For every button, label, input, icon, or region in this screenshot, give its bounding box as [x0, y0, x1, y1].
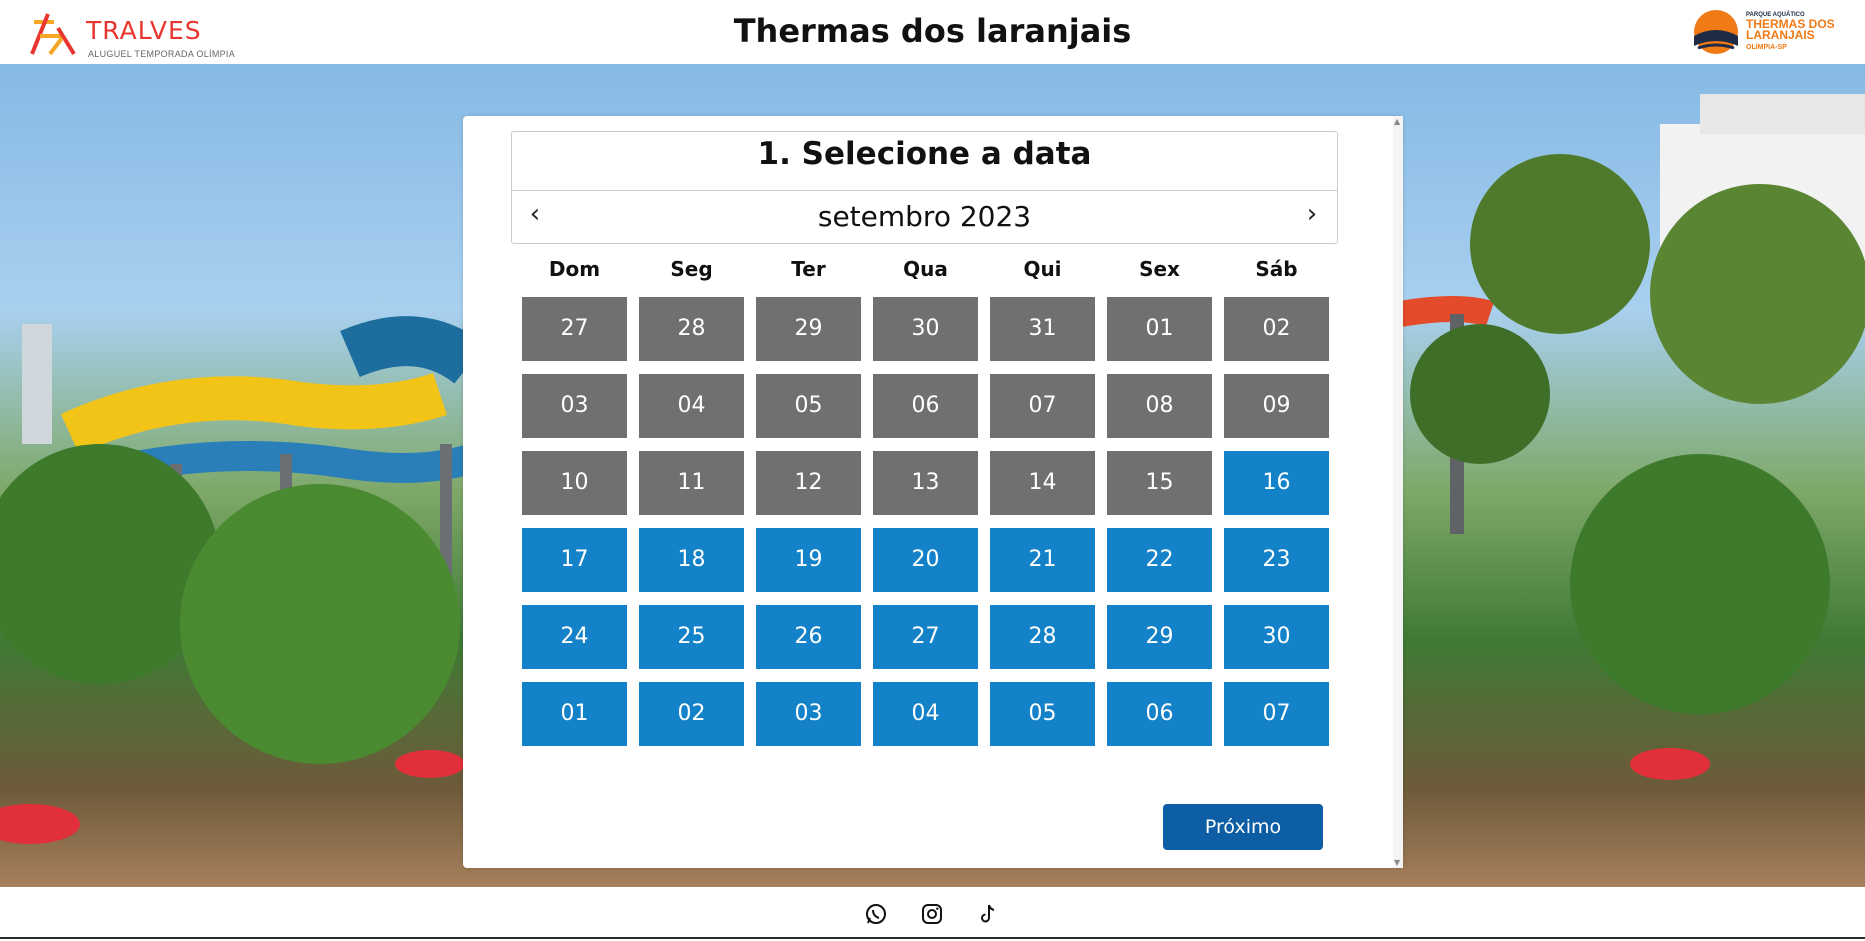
calendar-day-available[interactable]: 20	[873, 528, 978, 592]
partner-logo[interactable]: PARQUE AQUÁTICO THERMAS DOS LARANJAIS OL…	[1690, 6, 1835, 58]
chevron-right-icon: ›	[1306, 199, 1318, 229]
calendar-day-available[interactable]: 03	[756, 682, 861, 746]
calendar-day[interactable]: 13	[873, 451, 978, 515]
calendar-day-available[interactable]: 30	[1224, 605, 1329, 669]
calendar-day[interactable]: 29	[756, 297, 861, 361]
calendar-day-available[interactable]: 22	[1107, 528, 1212, 592]
footer-divider	[0, 937, 1865, 939]
calendar-day[interactable]: 05	[756, 374, 861, 438]
partner-name: THERMAS DOS LARANJAIS	[1746, 17, 1835, 42]
weekday-fri: Sex	[1139, 257, 1180, 281]
calendar-day-available[interactable]: 05	[990, 682, 1095, 746]
instagram-icon[interactable]	[920, 902, 944, 926]
calendar-day-available[interactable]: 16	[1224, 451, 1329, 515]
calendar-day-available[interactable]: 19	[756, 528, 861, 592]
calendar-day[interactable]: 14	[990, 451, 1095, 515]
card-scrollbar[interactable]: ▲ ▼	[1393, 116, 1403, 868]
calendar-day-available[interactable]: 24	[522, 605, 627, 669]
next-month-button[interactable]: ›	[1297, 199, 1327, 231]
calendar-day-available[interactable]: 25	[639, 605, 744, 669]
calendar-day[interactable]: 15	[1107, 451, 1212, 515]
calendar-day-available[interactable]: 06	[1107, 682, 1212, 746]
calendar-day[interactable]: 28	[639, 297, 744, 361]
next-button[interactable]: Próximo	[1163, 804, 1323, 850]
calendar-day[interactable]: 10	[522, 451, 627, 515]
calendar-day-available[interactable]: 29	[1107, 605, 1212, 669]
calendar-day-available[interactable]: 23	[1224, 528, 1329, 592]
calendar-day-available[interactable]: 07	[1224, 682, 1329, 746]
scroll-down-icon[interactable]: ▼	[1394, 858, 1400, 867]
calendar-day-available[interactable]: 18	[639, 528, 744, 592]
brand-tagline: ALUGUEL TEMPORADA OLÍMPIA	[88, 49, 236, 59]
calendar-day[interactable]: 06	[873, 374, 978, 438]
partner-city: OLÍMPIA-SP	[1746, 44, 1787, 51]
calendar-day[interactable]: 02	[1224, 297, 1329, 361]
sun-logo-icon	[1694, 10, 1738, 54]
weekday-header: Dom Seg Ter Qua Qui Sex Sáb	[522, 257, 1339, 287]
footer	[0, 887, 1865, 941]
calendar-day[interactable]: 04	[639, 374, 744, 438]
weekday-wed: Qua	[903, 257, 948, 281]
calendar-day[interactable]: 08	[1107, 374, 1212, 438]
calendar-day-available[interactable]: 04	[873, 682, 978, 746]
month-label: setembro 2023	[817, 200, 1032, 233]
step-title: 1. Selecione a data	[757, 136, 1092, 172]
calendar-grid: 27 28 29 30 31 01 02 03 04 05 06 07 08 0…	[522, 297, 1339, 747]
header: TRALVES ALUGUEL TEMPORADA OLÍMPIA Therma…	[0, 0, 1865, 64]
date-select-panel: 1. Selecione a data ‹ setembro 2023 ›	[511, 131, 1338, 244]
calendar-day[interactable]: 27	[522, 297, 627, 361]
calendar-day[interactable]: 30	[873, 297, 978, 361]
calendar-day-available[interactable]: 01	[522, 682, 627, 746]
calendar-day-available[interactable]: 17	[522, 528, 627, 592]
calendar-day[interactable]: 03	[522, 374, 627, 438]
weekday-sat: Sáb	[1255, 257, 1298, 281]
booking-card: 1. Selecione a data ‹ setembro 2023 › Do…	[463, 116, 1403, 868]
page-title: Thermas dos laranjais	[733, 12, 1132, 50]
calendar-day-available[interactable]: 27	[873, 605, 978, 669]
calendar-day[interactable]: 31	[990, 297, 1095, 361]
tiktok-icon[interactable]	[976, 902, 1000, 926]
weekday-mon: Seg	[670, 257, 713, 281]
calendar-day-available[interactable]: 26	[756, 605, 861, 669]
weekday-sun: Dom	[548, 257, 601, 281]
calendar-day[interactable]: 01	[1107, 297, 1212, 361]
weekday-tue: Ter	[791, 257, 826, 281]
calendar-day-available[interactable]: 21	[990, 528, 1095, 592]
scroll-up-icon[interactable]: ▲	[1394, 117, 1400, 126]
month-navigator: ‹ setembro 2023 ›	[512, 190, 1337, 243]
calendar-day-available[interactable]: 02	[639, 682, 744, 746]
weekday-thu: Qui	[1023, 257, 1062, 281]
calendar-day-available[interactable]: 28	[990, 605, 1095, 669]
calendar-day[interactable]: 09	[1224, 374, 1329, 438]
calendar-day[interactable]: 11	[639, 451, 744, 515]
calendar-day[interactable]: 07	[990, 374, 1095, 438]
calendar-day[interactable]: 12	[756, 451, 861, 515]
whatsapp-icon[interactable]	[864, 902, 888, 926]
